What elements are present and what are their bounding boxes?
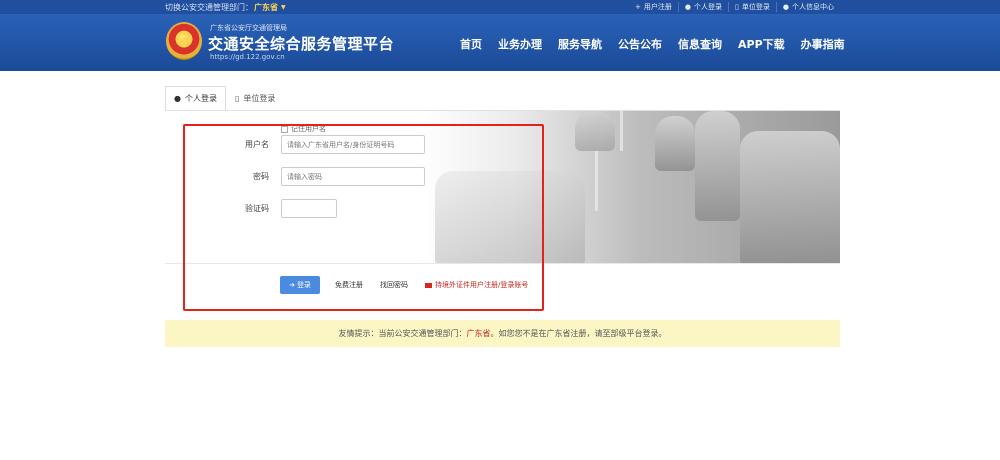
nav-business[interactable]: 业务办理: [490, 32, 550, 56]
nav-guide[interactable]: 办事指南: [793, 32, 853, 56]
tab-personal-login-label: 个人登录: [184, 94, 217, 103]
captcha-input[interactable]: [281, 199, 337, 218]
login-actions: ➔ 登录 免费注册 找回密码 持境外证件用户注册/登录账号: [165, 264, 840, 309]
top-bar: 切换公安交通管理部门： 广东省 ▼ + 用户注册 ● 个人登录 ▯ 单位登录 ●…: [0, 0, 1000, 14]
main-nav: 首页 业务办理 服务导航 公告公布 信息查询 APP下载 办事指南: [452, 32, 853, 56]
building-icon: ▯: [234, 94, 240, 103]
remember-username[interactable]: 记住用户名: [281, 124, 326, 134]
police-emblem-icon: ★: [166, 22, 202, 60]
username-row: 用户名: [183, 135, 425, 154]
department-label: 切换公安交通管理部门：: [165, 2, 253, 12]
login-button[interactable]: ➔ 登录: [280, 276, 320, 294]
brand-title[interactable]: 交通安全综合服务管理平台: [208, 33, 394, 54]
nav-app-download[interactable]: APP下载: [730, 32, 793, 56]
site-header: ★ 广东省公安厅交通管理局 交通安全综合服务管理平台 https://gd.12…: [0, 14, 1000, 71]
personal-center-link-label: 个人信息中心: [792, 3, 834, 11]
register-link-label: 用户注册: [643, 3, 672, 11]
notice-banner: 友情提示：当前公安交通管理部门： 广东省 。如您您不是在广东省注册，请至部级平台…: [165, 320, 840, 347]
personal-center-link[interactable]: ● 个人信息中心: [775, 2, 840, 12]
brand-subtitle: 广东省公安厅交通管理局: [210, 24, 287, 32]
login-panel: [165, 111, 840, 263]
personal-login-link[interactable]: ● 个人登录: [677, 2, 728, 12]
notice-dept: 广东省: [466, 329, 491, 338]
notice-prefix: 友情提示：当前公安交通管理部门：: [338, 329, 467, 338]
password-label: 密码: [253, 172, 269, 181]
login-arrow-icon: ➔: [289, 281, 295, 289]
caret-down-icon: ▼: [281, 3, 286, 11]
captcha-label: 验证码: [245, 204, 269, 213]
personal-login-link-label: 个人登录: [694, 3, 723, 11]
nav-info-query[interactable]: 信息查询: [670, 32, 730, 56]
foreign-id-register-link[interactable]: 持境外证件用户注册/登录账号: [425, 280, 528, 290]
notice-suffix: 。如您您不是在广东省注册，请至部级平台登录。: [490, 329, 667, 338]
nav-home[interactable]: 首页: [452, 32, 490, 56]
captcha-row: 验证码: [183, 199, 337, 218]
lane-marking: [595, 151, 598, 211]
remember-checkbox[interactable]: [281, 125, 288, 133]
car-image: [655, 116, 695, 171]
nav-announcements[interactable]: 公告公布: [610, 32, 670, 56]
department-switcher[interactable]: 切换公安交通管理部门： 广东省 ▼: [165, 2, 286, 13]
car-image: [695, 111, 740, 221]
tab-unit-login-label: 单位登录: [243, 94, 276, 103]
register-free-link[interactable]: 免费注册: [335, 280, 363, 290]
unit-login-link-label: 单位登录: [741, 3, 770, 11]
remember-label: 记住用户名: [291, 125, 326, 133]
unit-login-link[interactable]: ▯ 单位登录: [728, 2, 776, 12]
brand-url: https://gd.122.gov.cn: [210, 53, 285, 61]
login-tabs: ● 个人登录 ▯ 单位登录: [165, 86, 285, 110]
lane-marking: [620, 111, 623, 151]
login-button-label: 登录: [296, 281, 311, 289]
nav-service-guide[interactable]: 服务导航: [550, 32, 610, 56]
username-input[interactable]: [281, 135, 425, 154]
tab-unit-login[interactable]: ▯ 单位登录: [225, 86, 285, 110]
plus-icon: +: [635, 3, 641, 11]
building-icon: ▯: [735, 3, 739, 11]
car-image: [435, 171, 585, 263]
user-icon: ●: [174, 94, 181, 103]
foreign-id-register-label: 持境外证件用户注册/登录账号: [435, 281, 529, 289]
password-input[interactable]: [281, 167, 425, 186]
forgot-password-link[interactable]: 找回密码: [380, 280, 408, 290]
flag-icon: [425, 282, 432, 288]
user-icon: ●: [684, 3, 692, 11]
car-image: [740, 131, 840, 263]
username-label: 用户名: [245, 140, 269, 149]
car-image: [575, 111, 615, 151]
department-value[interactable]: 广东省: [254, 2, 278, 13]
user-icon: ●: [782, 3, 789, 11]
register-link[interactable]: + 用户注册: [629, 2, 678, 12]
password-row: 密码: [183, 167, 425, 186]
tab-personal-login[interactable]: ● 个人登录: [165, 86, 226, 110]
